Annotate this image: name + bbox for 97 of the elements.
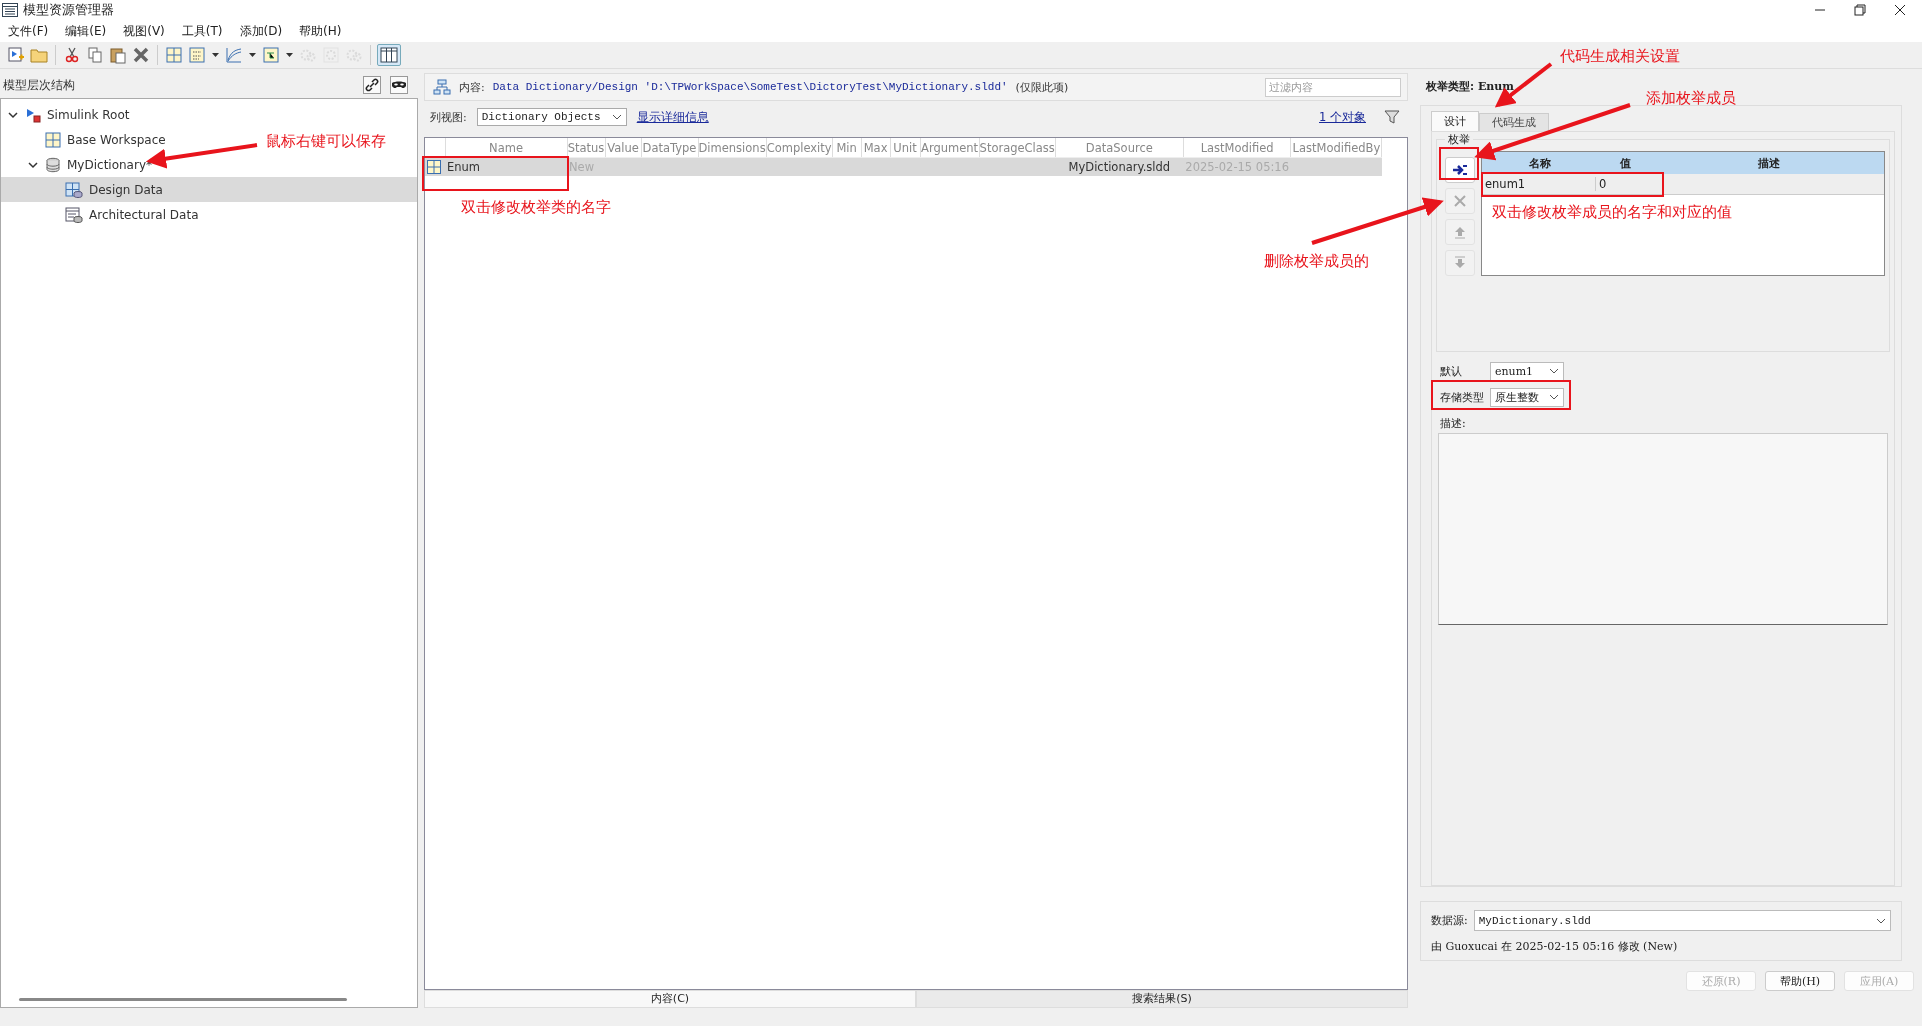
description-label: 描述: xyxy=(1439,416,1467,432)
column-header[interactable]: DataType xyxy=(641,138,698,158)
tree-item[interactable]: Simulink Root xyxy=(7,106,130,123)
column-header[interactable]: DataSource xyxy=(1055,138,1184,158)
enum-type-heading: 枚举类型: Enum xyxy=(1425,78,1515,95)
mask-icon[interactable] xyxy=(390,76,408,94)
grid-icon xyxy=(427,160,441,174)
column-header: 值 xyxy=(1619,155,1632,171)
dialog-button[interactable]: 帮助(H) xyxy=(1765,971,1835,991)
table-cell: MyDictionary.sldd xyxy=(1068,160,1171,174)
grid-icon[interactable] xyxy=(165,46,183,64)
column-header[interactable]: Argument xyxy=(920,138,980,158)
modified-note: 由 Guoxucai 在 2025-02-15 05:16 修改 (New) xyxy=(1431,939,1679,954)
new-model-icon[interactable] xyxy=(7,46,25,64)
restore-icon[interactable] xyxy=(1854,4,1866,16)
view-dropdown[interactable]: Dictionary Objects xyxy=(476,108,627,126)
tab[interactable]: 设计 xyxy=(1431,111,1479,131)
copy-icon[interactable] xyxy=(86,46,104,64)
chevron-icon xyxy=(611,114,622,120)
annotation-text: 鼠标右键可以保存 xyxy=(266,131,386,151)
column-header[interactable]: Unit xyxy=(890,138,921,158)
menu-item[interactable]: 帮助(H) xyxy=(299,22,342,40)
filter-icon[interactable] xyxy=(1384,109,1400,125)
chevron-icon xyxy=(1549,394,1559,400)
paste-icon[interactable] xyxy=(109,46,127,64)
window-title: 模型资源管理器 xyxy=(23,1,115,19)
column-header[interactable]: Value xyxy=(605,138,641,158)
table-cell[interactable]: 0 xyxy=(1595,177,1654,191)
default-label: 默认 xyxy=(1439,363,1463,379)
column-header: 描述 xyxy=(1756,155,1781,171)
tab[interactable]: 内容(C) xyxy=(424,990,916,1008)
model-icon xyxy=(25,106,41,123)
tree-item[interactable]: Architectural Data xyxy=(47,206,199,223)
tree-item[interactable]: MyDictionary* xyxy=(27,156,152,173)
grid-icon xyxy=(45,131,61,148)
pane-title: 模型层次结构 xyxy=(3,77,76,93)
binary-icon[interactable] xyxy=(188,46,206,64)
filter-field[interactable]: 过滤内容 xyxy=(1265,77,1401,97)
menu-item[interactable]: 视图(V) xyxy=(123,22,165,40)
tab[interactable]: 代码生成 xyxy=(1479,113,1549,131)
menu-item[interactable]: 添加(D) xyxy=(239,22,283,40)
menu-item[interactable]: 文件(F) xyxy=(8,22,49,40)
column-header[interactable]: LastModified xyxy=(1183,138,1291,158)
annotation-text: 双击修改枚举类的名字 xyxy=(461,197,611,217)
chevron-icon xyxy=(1876,917,1886,924)
menu-item[interactable]: 编辑(E) xyxy=(65,22,107,40)
column-header[interactable]: Max xyxy=(861,138,891,158)
column-header[interactable]: StorageClass xyxy=(979,138,1056,158)
column-header[interactable]: Status xyxy=(567,138,605,158)
data-source-label: 数据源: xyxy=(1431,913,1468,928)
scrollbar[interactable] xyxy=(19,998,347,1001)
hierarchy-icon xyxy=(433,79,451,95)
columns-icon[interactable] xyxy=(379,46,399,64)
block-icon[interactable] xyxy=(262,46,280,64)
annotation-text: 双击修改枚举成员的名字和对应的值 xyxy=(1492,202,1732,222)
insert-arrow-icon xyxy=(1452,164,1468,176)
highlight-box xyxy=(1439,147,1479,180)
column-header[interactable]: Name xyxy=(445,138,567,158)
contents-label: 内容: xyxy=(459,79,485,95)
link-icon[interactable] xyxy=(363,76,381,94)
column-header: 名称 xyxy=(1528,155,1552,171)
add-member-button[interactable] xyxy=(1445,157,1475,183)
data-source-dropdown[interactable]: MyDictionary.sldd xyxy=(1473,910,1891,931)
tree-item[interactable]: Design Data xyxy=(47,181,163,198)
column-header[interactable]: Complexity xyxy=(766,138,833,158)
view-label: 列视图: xyxy=(430,109,467,125)
annotation-text: 代码生成相关设置 xyxy=(1560,46,1680,66)
folder-icon[interactable] xyxy=(30,46,48,64)
column-header[interactable]: Dimensions xyxy=(698,138,767,158)
scope-label: (仅限此项) xyxy=(1015,79,1069,95)
menu-item[interactable]: 工具(T) xyxy=(181,22,223,40)
close-icon[interactable] xyxy=(1894,4,1906,16)
grid-database-icon xyxy=(65,181,83,198)
description-field[interactable] xyxy=(1438,433,1888,625)
curve-icon[interactable] xyxy=(225,46,243,64)
column-header[interactable]: Min xyxy=(832,138,862,158)
count-link[interactable]: 1 个对象 xyxy=(1319,109,1366,125)
delete-icon[interactable] xyxy=(132,46,150,64)
annotation-text: 删除枚举成员的 xyxy=(1264,251,1369,271)
details-link[interactable]: 显示详细信息 xyxy=(636,109,709,125)
table-cell[interactable]: enum1 xyxy=(1482,177,1595,191)
column-header[interactable]: LastModifiedBy xyxy=(1290,138,1382,158)
document-database-icon xyxy=(65,206,83,223)
cut-icon[interactable] xyxy=(63,46,81,64)
chevron-icon xyxy=(1549,368,1559,374)
arrow-down-icon xyxy=(1453,256,1467,270)
delete-icon xyxy=(1453,194,1467,208)
storage-type-dropdown[interactable]: 原生整数 xyxy=(1490,387,1564,407)
storage-type-label: 存储类型 xyxy=(1439,389,1485,405)
tree-item[interactable]: Base Workspace xyxy=(27,131,166,148)
tab[interactable]: 搜索结果(S) xyxy=(916,990,1408,1008)
default-dropdown[interactable]: enum1 xyxy=(1490,361,1564,381)
arrow-up-icon xyxy=(1453,225,1467,239)
group-label: 枚举 xyxy=(1447,132,1471,147)
annotation-text: 添加枚举成员 xyxy=(1646,88,1736,108)
contents-path: Data Dictionary/Design 'D:\TPWorkSpace\SomeTest\DictoryTest\MyDictionary.sldd' xyxy=(492,81,1008,93)
database-icon xyxy=(45,156,61,173)
